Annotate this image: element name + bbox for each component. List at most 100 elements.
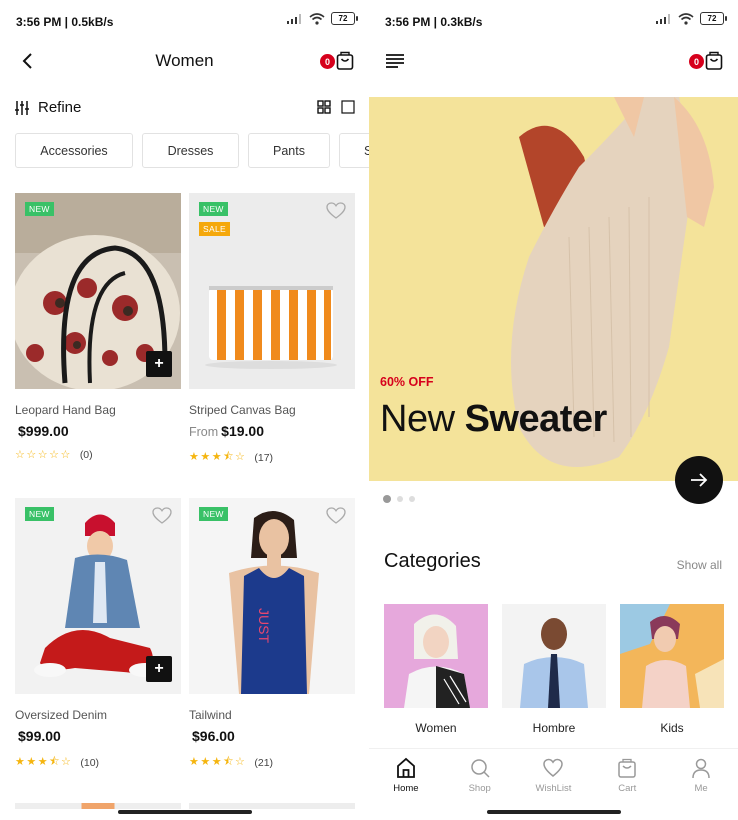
bottom-nav: Home Shop WishList Cart Me (369, 748, 738, 806)
product-name: Leopard Hand Bag (15, 403, 116, 417)
heart-icon[interactable] (152, 507, 172, 525)
signal-icon (287, 13, 301, 24)
refine-button[interactable]: Refine (14, 99, 81, 116)
battery-icon: 72 (331, 12, 358, 25)
svg-text:JUST: JUST (256, 608, 272, 643)
cart-count-badge: 0 (320, 54, 335, 69)
show-all-link[interactable]: Show all (677, 558, 722, 572)
rating-stars: ★★★⯪☆ (189, 451, 247, 463)
nav-label: Shop (468, 783, 491, 794)
nav-cart[interactable]: Cart (597, 749, 657, 806)
carousel-dot[interactable] (409, 496, 415, 502)
refine-icon (15, 100, 29, 115)
next-row-image-peek (15, 803, 181, 809)
wifi-icon (309, 12, 325, 25)
add-to-cart-button[interactable]: + (146, 351, 172, 377)
product-card[interactable]: NEW SALE Striped Canvas Bag From $19.00 ★… (189, 193, 355, 467)
gesture-bar (486, 810, 621, 814)
product-card[interactable]: NEW + Leopard Hand Bag $999.00 ☆☆☆☆☆ (0) (15, 193, 181, 461)
home-icon (396, 757, 415, 778)
new-tag: NEW (199, 202, 228, 216)
chip-accessories[interactable]: Accessories (15, 133, 133, 168)
new-tag: NEW (25, 507, 54, 521)
page-title: Women (155, 51, 214, 70)
status-bar: 3:56 PM | 0.5kB/s 72 (0, 0, 369, 40)
hero-next-button[interactable] (675, 456, 723, 504)
grid-view-icon[interactable] (317, 100, 331, 114)
nav-label: Me (694, 783, 708, 794)
carousel-dot-active[interactable] (383, 495, 391, 503)
category-hombre[interactable]: Hombre (502, 604, 606, 735)
review-count: (21) (254, 756, 274, 769)
review-count: (17) (254, 451, 274, 464)
new-tag: NEW (199, 507, 228, 521)
sale-tag: SALE (199, 222, 230, 236)
heart-icon (543, 758, 564, 777)
plus-icon: + (154, 660, 164, 677)
heart-icon[interactable] (326, 202, 346, 220)
product-image[interactable]: NEW SALE (189, 193, 355, 389)
category-label: Kids (660, 721, 684, 735)
category-image (502, 604, 606, 708)
product-rating: ☆☆☆☆☆ (0) (15, 448, 181, 462)
product-image[interactable]: NEW + (15, 193, 181, 389)
wifi-icon (678, 12, 694, 25)
cart-icon (336, 51, 354, 70)
product-rating: ★★★⯪☆ (17) (189, 448, 355, 467)
nav-label: WishList (535, 783, 572, 794)
chip-dresses[interactable]: Dresses (142, 133, 239, 168)
product-name: Tailwind (189, 708, 232, 722)
nav-wishlist[interactable]: WishList (523, 749, 583, 806)
chip-skirts[interactable]: Sk (339, 133, 369, 168)
product-name: Oversized Denim (15, 708, 108, 722)
status-bar: 3:56 PM | 0.3kB/s 72 (369, 0, 738, 40)
category-label: Women (415, 721, 457, 735)
home-screen: 3:56 PM | 0.3kB/s 72 0 60% OFF New Sweat… (369, 0, 738, 820)
product-card[interactable]: JUST NEW Tailwind $96.00 ★★★⯪☆ (21) (189, 498, 355, 772)
category-label: Hombre (532, 721, 576, 735)
product-image[interactable]: JUST NEW (189, 498, 355, 694)
menu-icon[interactable] (385, 53, 405, 69)
nav-label: Home (393, 783, 419, 794)
arrow-right-icon (691, 473, 708, 487)
heart-icon[interactable] (326, 507, 346, 525)
cart-button[interactable]: 0 (689, 51, 725, 73)
add-to-cart-button[interactable]: + (146, 656, 172, 682)
product-card[interactable]: NEW + Oversized Denim $99.00 ★★★⯪☆ (10) (15, 498, 181, 772)
nav-label: Cart (618, 783, 637, 794)
chip-pants[interactable]: Pants (248, 133, 330, 168)
carousel-indicator (383, 495, 415, 503)
category-image (620, 604, 724, 708)
category-women[interactable]: Women (384, 604, 488, 735)
bag-icon (618, 758, 637, 778)
tailwind-model-image: JUST (189, 498, 355, 694)
carousel-dot[interactable] (397, 496, 403, 502)
product-list-screen: 3:56 PM | 0.5kB/s 72 Women 0 Refine Acce… (0, 0, 369, 820)
nav-me[interactable]: Me (671, 749, 731, 806)
user-icon (692, 758, 710, 779)
category-kids[interactable]: Kids (620, 604, 724, 735)
hero-title: New Sweater (380, 398, 607, 440)
status-icons: 72 (656, 12, 727, 25)
list-view-icon[interactable] (341, 100, 355, 114)
category-chips: Accessories Dresses Pants Sk (15, 133, 369, 168)
next-row-image-peek (189, 803, 355, 809)
product-price: $99.00 (18, 728, 61, 744)
signal-icon (656, 13, 670, 24)
plus-icon: + (154, 355, 164, 372)
product-price: From $19.00 (189, 423, 264, 439)
view-toggle (317, 100, 355, 114)
cart-button[interactable]: 0 (320, 51, 356, 73)
status-time: 3:56 PM | 0.3kB/s (385, 15, 483, 29)
rating-stars: ☆☆☆☆☆ (15, 449, 72, 461)
rating-stars: ★★★⯪☆ (15, 756, 73, 768)
new-tag: NEW (25, 202, 54, 216)
product-image[interactable]: NEW + (15, 498, 181, 694)
search-icon (470, 759, 490, 778)
category-image (384, 604, 488, 708)
nav-shop[interactable]: Shop (450, 749, 510, 806)
product-rating: ★★★⯪☆ (10) (15, 753, 181, 772)
nav-home[interactable]: Home (376, 749, 436, 806)
cart-count-badge: 0 (689, 54, 704, 69)
status-time: 3:56 PM | 0.5kB/s (16, 15, 114, 29)
